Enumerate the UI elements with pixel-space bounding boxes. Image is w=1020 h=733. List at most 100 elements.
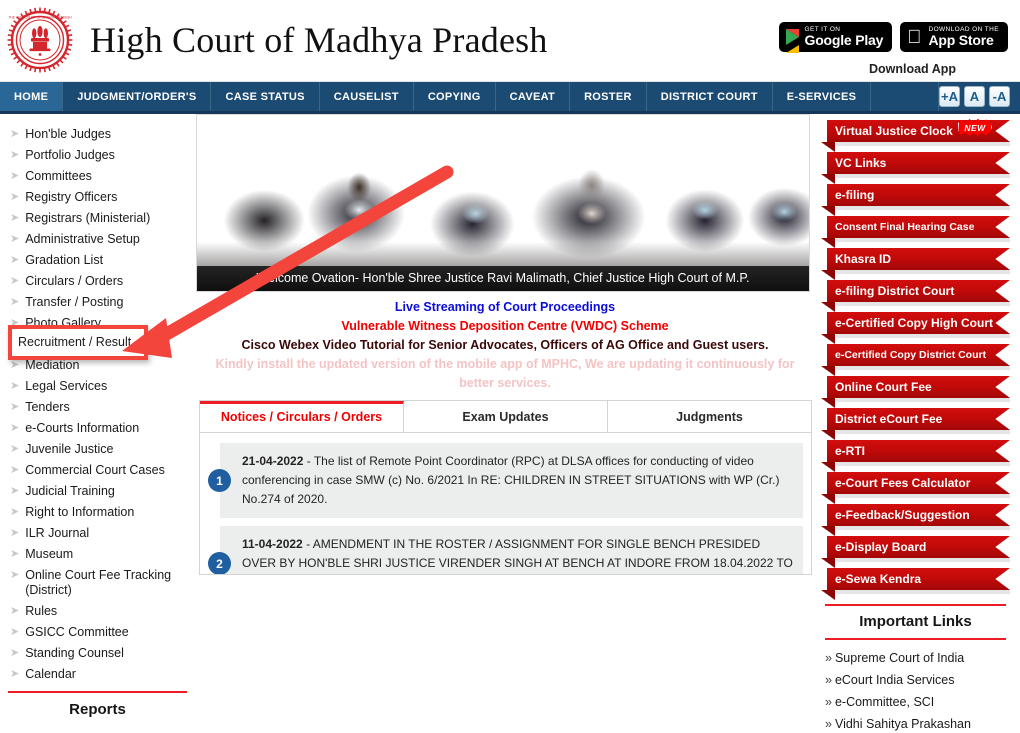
app-store-label: App Store [928, 32, 994, 48]
nav-item-case-status[interactable]: CASE STATUS [211, 82, 320, 111]
notice-item[interactable]: 1 21-04-2022 - The list of Remote Point C… [208, 443, 803, 518]
tab-notices-circulars-orders[interactable]: Notices / Circulars / Orders [200, 401, 404, 432]
chevron-right-icon: ➤ [10, 422, 20, 434]
sidebar-item-committees[interactable]: ➤ Committees [6, 166, 189, 187]
reports-heading: Reports [69, 701, 126, 718]
sidebar-item-gsicc-committee[interactable]: ➤ GSICC Committee [6, 622, 189, 643]
sidebar-item-gradation-list[interactable]: ➤ Gradation List [6, 250, 189, 271]
sidebar-item-judicial-training[interactable]: ➤ Judicial Training [6, 481, 189, 502]
chevron-right-icon: ➤ [10, 605, 20, 617]
sidebar-item-circulars-orders[interactable]: ➤ Circulars / Orders [6, 271, 189, 292]
nav-item-judgment-order-s[interactable]: JUDGMENT/ORDER'S [63, 82, 212, 111]
tab-judgments[interactable]: Judgments [608, 401, 811, 432]
font-increase-button[interactable]: +A [939, 86, 960, 107]
font-normal-button[interactable]: A [964, 86, 985, 107]
nav-item-e-services[interactable]: E-SERVICES [773, 82, 872, 111]
quick-link-e-rti[interactable]: e-RTI [821, 440, 1010, 472]
annotation-highlight-label[interactable]: Recruitment / Result [18, 333, 131, 351]
quick-link-label: e-filing [827, 184, 1010, 206]
sidebar-item-label: Portfolio Judges [25, 148, 115, 162]
important-link-e-committee-sci[interactable]: » e-Committee, SCI [825, 691, 1006, 713]
quick-link-e-sewa-kendra[interactable]: e-Sewa Kendra [821, 568, 1010, 600]
quick-link-khasra-id[interactable]: Khasra ID [821, 248, 1010, 280]
notice-description: - The list of Remote Point Coordinator (… [242, 454, 780, 506]
sidebar-item-e-courts-information[interactable]: ➤ e-Courts Information [6, 418, 189, 439]
important-link-ecourt-india-services[interactable]: » eCourt India Services [825, 669, 1006, 691]
quick-link-e-display-board[interactable]: e-Display Board [821, 536, 1010, 568]
tab-exam-updates[interactable]: Exam Updates [404, 401, 608, 432]
sidebar-item-rules[interactable]: ➤ Rules [6, 601, 189, 622]
nav-item-district-court[interactable]: DISTRICT COURT [647, 82, 773, 111]
sidebar-item-hon-ble-judges[interactable]: ➤ Hon'ble Judges [6, 124, 189, 145]
font-decrease-button[interactable]: -A [989, 86, 1010, 107]
quick-link-e-filing[interactable]: e-filing [821, 184, 1010, 216]
sidebar-item-label: Gradation List [25, 253, 104, 267]
sidebar-item-transfer-posting[interactable]: ➤ Transfer / Posting [6, 292, 189, 313]
sidebar-item-calendar[interactable]: ➤ Calendar [6, 664, 189, 685]
ribbon-fold [821, 238, 835, 248]
nav-item-home[interactable]: HOME [0, 82, 64, 111]
sidebar-item-juvenile-justice[interactable]: ➤ Juvenile Justice [6, 439, 189, 460]
notice-text[interactable]: 21-04-2022 - The list of Remote Point Co… [220, 443, 803, 518]
quick-link-virtual-justice-clock[interactable]: Virtual Justice Clock NEW [821, 118, 1010, 152]
chevron-right-icon: ➤ [10, 128, 20, 140]
announcement-link-4[interactable]: Kindly install the updated version of th… [199, 355, 811, 393]
quick-link-e-court-fees-calculator[interactable]: e-Court Fees Calculator [821, 472, 1010, 504]
sidebar-item-online-court-fee-tracking-district[interactable]: ➤ Online Court Fee Tracking (District) [6, 565, 189, 601]
quick-link-vc-links[interactable]: VC Links [821, 152, 1010, 184]
quick-link-e-filing-district-court[interactable]: e-filing District Court [821, 280, 1010, 312]
ribbon-shadow [827, 398, 1010, 402]
sidebar-item-registrars-ministerial[interactable]: ➤ Registrars (Ministerial) [6, 208, 189, 229]
left-sidebar: ➤ Hon'ble Judges ➤ Portfolio Judges ➤ Committ… [0, 114, 195, 732]
quick-link-consent-final-hearing-case[interactable]: Consent Final Hearing Case [821, 216, 1010, 248]
sidebar-item-commercial-court-cases[interactable]: ➤ Commercial Court Cases [6, 460, 189, 481]
hero-banner[interactable]: Welcome Ovation- Hon'ble Shree Justice R… [196, 114, 810, 292]
notice-description: - AMENDMENT IN THE ROSTER / ASSIGNMENT F… [242, 537, 793, 570]
nav-item-copying[interactable]: COPYING [414, 82, 496, 111]
nav-item-causelist[interactable]: CAUSELIST [320, 82, 414, 111]
sidebar-item-label: Circulars / Orders [25, 274, 124, 288]
google-play-badge[interactable]: GET IT ON Google Play [778, 22, 893, 53]
sidebar-item-standing-counsel[interactable]: ➤ Standing Counsel [6, 643, 189, 664]
quick-link-e-certified-copy-high-court[interactable]: e-Certified Copy High Court [821, 312, 1010, 344]
notice-item[interactable]: 2 11-04-2022 - AMENDMENT IN THE ROSTER / … [208, 526, 803, 574]
quick-link-e-certified-copy-district-court[interactable]: e-Certified Copy District Court [821, 344, 1010, 376]
quick-links: Virtual Justice Clock NEW VC Links e-filing… [821, 118, 1010, 600]
quick-link-online-court-fee[interactable]: Online Court Fee [821, 376, 1010, 408]
important-link-vidhi-sahitya-prakashan[interactable]: » Vidhi Sahitya Prakashan [825, 713, 1006, 733]
nav-item-roster[interactable]: ROSTER [570, 82, 647, 111]
hero-photo-faces [197, 115, 809, 291]
notice-number-badge: 1 [208, 469, 231, 492]
notice-date: 11-04-2022 [242, 537, 303, 551]
sidebar-item-registry-officers[interactable]: ➤ Registry Officers [6, 187, 189, 208]
ribbon-shadow [827, 558, 1010, 562]
main-content: Welcome Ovation- Hon'ble Shree Justice R… [195, 114, 815, 732]
sidebar-item-label: Mediation [25, 358, 80, 372]
notice-text[interactable]: 11-04-2022 - AMENDMENT IN THE ROSTER / A… [220, 526, 803, 574]
announcement-link-3[interactable]: Cisco Webex Video Tutorial for Senior Ad… [199, 336, 811, 355]
nav-item-caveat[interactable]: CAVEAT [496, 82, 571, 111]
quick-link-label: e-filing District Court [827, 280, 1010, 302]
site-header: THE HIGH COURT OF MADHYA PRADESH High Co… [0, 0, 1020, 82]
sidebar-item-label: Committees [25, 169, 92, 183]
quick-link-district-ecourt-fee[interactable]: District eCourt Fee [821, 408, 1010, 440]
sidebar-item-ilr-journal[interactable]: ➤ ILR Journal [6, 523, 189, 544]
announcement-link-1[interactable]: Live Streaming of Court Proceedings [199, 298, 811, 317]
sidebar-item-administrative-setup[interactable]: ➤ Administrative Setup [6, 229, 189, 250]
chevron-right-icon: ➤ [10, 170, 20, 182]
announcement-link-2[interactable]: Vulnerable Witness Deposition Centre (VW… [199, 317, 811, 336]
important-link-supreme-court-of-india[interactable]: » Supreme Court of India [825, 647, 1006, 669]
sidebar-item-legal-services[interactable]: ➤ Legal Services [6, 376, 189, 397]
page-body: ➤ Hon'ble Judges ➤ Portfolio Judges ➤ Committ… [0, 114, 1020, 732]
important-link-label: Supreme Court of India [834, 651, 965, 665]
brand-block[interactable]: THE HIGH COURT OF MADHYA PRADESH High Co… [6, 6, 548, 74]
sidebar-item-right-to-information[interactable]: ➤ Right to Information [6, 502, 189, 523]
app-store-badge[interactable]:  Download on the App Store [900, 22, 1008, 52]
quick-link-e-feedback-suggestion[interactable]: e-Feedback/Suggestion [821, 504, 1010, 536]
sidebar-item-tenders[interactable]: ➤ Tenders [6, 397, 189, 418]
chevron-right-icon: ➤ [10, 527, 20, 539]
sidebar-item-museum[interactable]: ➤ Museum [6, 544, 189, 565]
chevron-right-icon: ➤ [10, 485, 20, 497]
sidebar-item-label: Judicial Training [25, 484, 115, 498]
sidebar-item-portfolio-judges[interactable]: ➤ Portfolio Judges [6, 145, 189, 166]
